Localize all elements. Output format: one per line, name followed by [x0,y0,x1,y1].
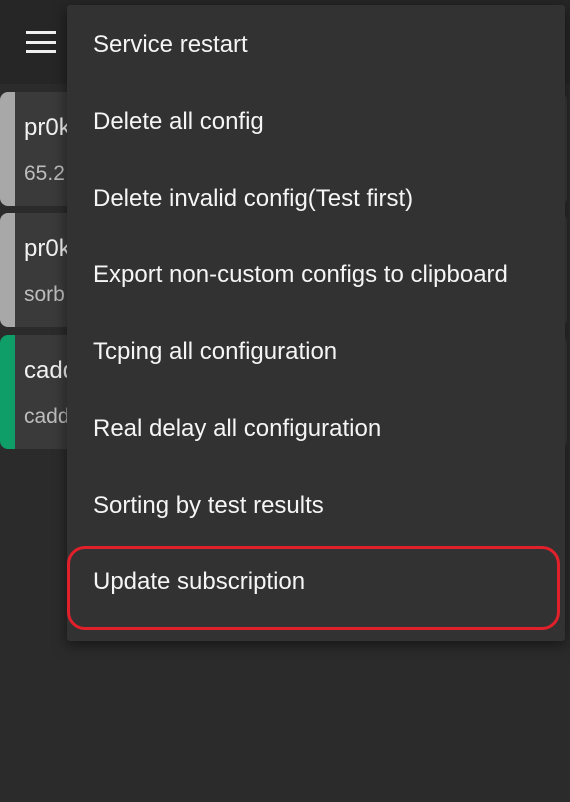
menu-item-delete-invalid-config[interactable]: Delete invalid config(Test first) [93,185,413,213]
highlight-box [67,546,560,630]
menu-item-real-delay-all[interactable]: Real delay all configuration [93,415,381,443]
menu-item-delete-all-config[interactable]: Delete all config [93,108,264,136]
menu-item-service-restart[interactable]: Service restart [93,31,248,59]
server-address: cadd [24,405,70,428]
server-address: sorb [24,283,65,306]
status-stripe [0,213,15,327]
menu-item-tcping-all[interactable]: Tcping all configuration [93,338,337,366]
status-stripe [0,335,15,449]
server-name: pr0k [24,235,71,262]
menu-item-sort-by-results[interactable]: Sorting by test results [93,492,324,520]
server-name: pr0k [24,114,71,141]
hamburger-icon[interactable] [26,31,56,53]
menu-item-export-configs[interactable]: Export non-custom configs to clipboard [93,261,508,289]
server-address: 65.2 [24,162,65,185]
status-stripe [0,92,15,206]
